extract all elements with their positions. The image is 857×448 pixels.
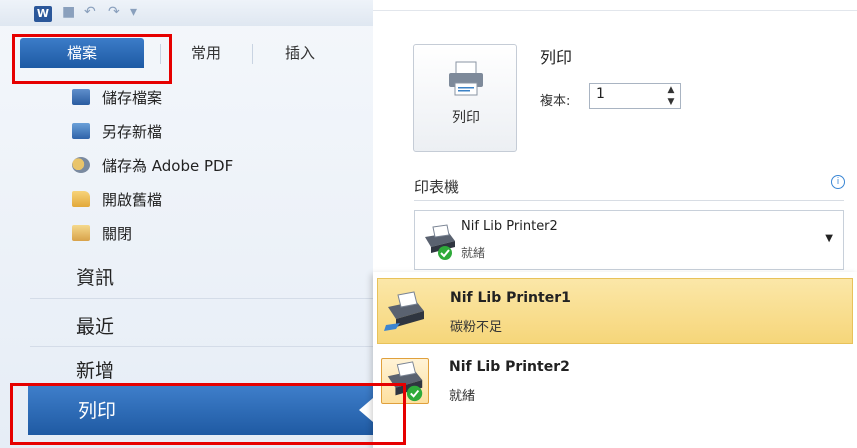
tab-insert[interactable]: 插入: [262, 38, 338, 68]
nav-recent[interactable]: 最近: [76, 312, 114, 339]
printer-name: Nif Lib Printer1: [450, 290, 571, 306]
copies-up-icon[interactable]: ▲: [663, 84, 679, 96]
printer-section-title: 印表機: [414, 178, 460, 196]
nav-info[interactable]: 資訊: [76, 263, 114, 290]
print-button[interactable]: 列印: [413, 44, 517, 152]
selected-printer-name: Nif Lib Printer2: [461, 219, 558, 234]
print-button-label: 列印: [452, 110, 480, 126]
section-divider: [414, 200, 844, 201]
quick-access-toolbar: W ■ ↶ ↷ ▾: [0, 0, 373, 26]
info-icon[interactable]: i: [831, 175, 845, 189]
copies-label: 複本:: [540, 94, 571, 109]
menu-save-as-label: 另存新檔: [102, 123, 163, 141]
nav-print-label: 列印: [78, 400, 117, 422]
printer-name: Nif Lib Printer2: [449, 359, 570, 375]
menu-save-pdf-label: 儲存為 Adobe PDF: [102, 157, 234, 175]
printer-dropdown[interactable]: Nif Lib Printer2 就緒 ▼: [414, 210, 844, 270]
menu-open-label: 開啟舊檔: [102, 191, 163, 209]
save-icon[interactable]: ■: [62, 4, 75, 20]
open-folder-icon: [72, 191, 90, 207]
nav-new[interactable]: 新增: [76, 356, 114, 383]
printer-status: 碳粉不足: [450, 320, 503, 335]
printer-list: Nif Lib Printer1 碳粉不足 Nif Lib Printer2 就…: [373, 272, 857, 448]
tab-separator: [252, 44, 253, 64]
chevron-down-icon[interactable]: ▼: [825, 233, 833, 244]
nav-print[interactable]: 列印: [28, 385, 373, 435]
selection-notch: [359, 398, 373, 422]
customize-icon[interactable]: ▾: [130, 4, 137, 20]
pdf-icon: [72, 157, 90, 173]
ribbon-tabs: 檔案 常用 插入: [0, 38, 373, 72]
save-icon: [72, 89, 90, 105]
tab-home[interactable]: 常用: [168, 38, 244, 68]
print-title: 列印: [540, 48, 573, 67]
menu-save-label: 儲存檔案: [102, 89, 163, 107]
top-divider: [373, 10, 857, 11]
printer-ready-icon: [425, 224, 455, 260]
redo-icon[interactable]: ↷: [108, 4, 120, 20]
undo-icon[interactable]: ↶: [84, 4, 96, 20]
tab-separator: [160, 44, 161, 64]
nav-divider: [30, 346, 373, 347]
close-folder-icon: [72, 225, 90, 241]
printer-list-item[interactable]: Nif Lib Printer1 碳粉不足: [377, 278, 853, 344]
printer-list-item[interactable]: Nif Lib Printer2 就緒: [377, 348, 853, 414]
printer-icon: [384, 291, 424, 331]
nav-divider: [30, 298, 373, 299]
copies-down-icon[interactable]: ▼: [663, 96, 679, 108]
printer-icon: [449, 61, 483, 96]
backstage-left-panel: W ■ ↶ ↷ ▾ 檔案 常用 插入 儲存檔案 另存新檔 儲存為 Adobe P…: [0, 0, 373, 448]
printer-status: 就緒: [449, 389, 476, 404]
tab-file[interactable]: 檔案: [20, 38, 144, 68]
word-icon: W: [34, 6, 52, 22]
selected-printer-status: 就緒: [461, 246, 486, 260]
menu-close-label: 關閉: [102, 225, 133, 243]
save-as-icon: [72, 123, 90, 139]
printer-ready-icon: [381, 358, 429, 404]
